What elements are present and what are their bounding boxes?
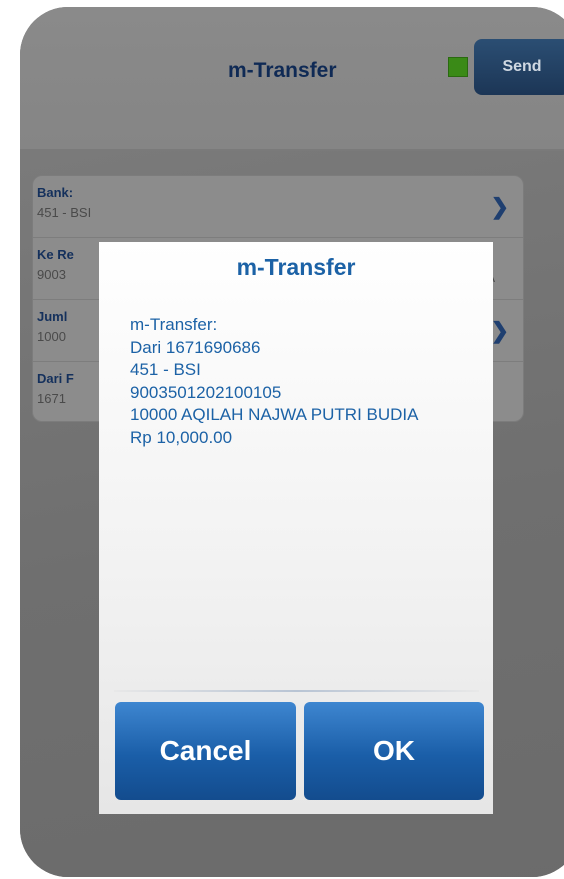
form-row-value: 1671 xyxy=(37,391,66,406)
form-row-label: Ke Re xyxy=(37,247,74,262)
form-row-label: Juml xyxy=(37,309,68,324)
dialog-line: 9003501202100105 xyxy=(130,382,282,402)
form-row-value: 1000 xyxy=(37,329,66,344)
dialog-divider xyxy=(114,690,479,692)
dialog-line: Dari 1671690686 xyxy=(130,337,261,357)
form-row-bank[interactable]: Bank: 451 - BSI ❯ xyxy=(33,176,523,238)
send-button[interactable]: Send xyxy=(474,39,564,95)
dialog-line: Rp 10,000.00 xyxy=(130,427,233,447)
dialog-message: m-Transfer: Dari 1671690686 451 - BSI 90… xyxy=(130,314,418,449)
page-title: m-Transfer xyxy=(228,59,337,82)
confirm-dialog: m-Transfer m-Transfer: Dari 1671690686 4… xyxy=(99,242,493,814)
ok-button[interactable]: OK xyxy=(304,702,484,800)
form-row-label: Dari F xyxy=(37,371,74,386)
chevron-right-icon: ❯ xyxy=(490,318,509,343)
form-row-value: 451 - BSI xyxy=(37,205,92,220)
dialog-title: m-Transfer xyxy=(236,254,356,280)
chevron-right-icon: ❯ xyxy=(490,194,509,219)
dialog-line: m-Transfer: xyxy=(130,315,218,334)
dialog-line: 451 - BSI xyxy=(130,360,201,379)
status-indicator xyxy=(448,57,468,77)
form-row-label: Bank: xyxy=(37,185,74,200)
form-row-value: 9003 xyxy=(37,267,66,282)
dialog-line: 10000 AQILAH NAJWA PUTRI BUDIA xyxy=(130,405,419,424)
app-header: m-Transfer Send xyxy=(20,7,564,151)
cancel-button[interactable]: Cancel xyxy=(115,702,296,800)
